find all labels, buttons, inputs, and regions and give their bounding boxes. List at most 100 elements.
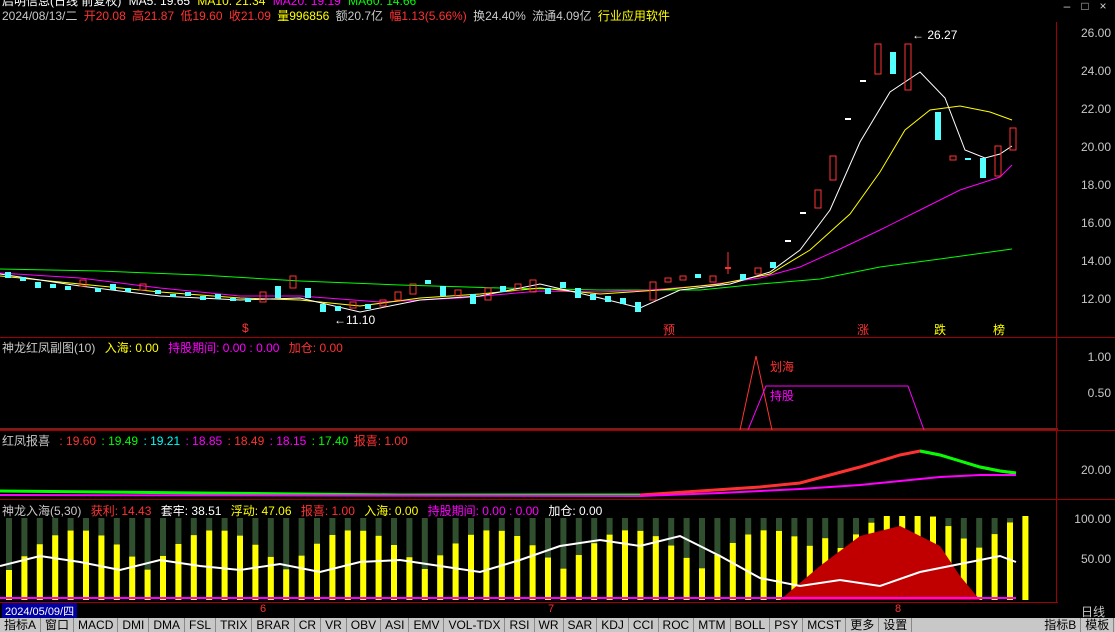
tab-item[interactable]: KDJ	[597, 618, 629, 632]
panel3-float-bar	[6, 570, 12, 600]
panel3-float-bar	[206, 530, 213, 600]
panel3-float-bar	[252, 544, 259, 600]
panel1-chart[interactable]	[0, 338, 1058, 430]
panel3-float-bar	[190, 535, 197, 600]
quote-volume: 量996856	[277, 9, 330, 23]
panel3-float-bar	[144, 569, 151, 600]
tab-item[interactable]: MCST	[803, 618, 847, 632]
panel3-float-bar	[437, 555, 444, 600]
panel2-chart[interactable]	[0, 431, 1058, 499]
ma5-line	[0, 71, 1013, 313]
restore-icon[interactable]: □	[1077, 0, 1093, 12]
panel3-float-bar	[421, 568, 428, 600]
tab-item[interactable]: 更多	[846, 618, 880, 632]
panel3-float-bar	[514, 535, 521, 600]
tab-item[interactable]: CCI	[629, 618, 659, 632]
tab-item[interactable]: RSI	[505, 618, 535, 632]
quote-turnover: 换24.40%	[473, 9, 526, 23]
quote-industry: 行业应用软件	[597, 9, 670, 23]
tab-item[interactable]: TRIX	[216, 618, 253, 632]
panel1-tick: 0.50	[1087, 386, 1111, 400]
tab-item[interactable]: MTM	[694, 618, 731, 632]
marker-dollar: $	[242, 321, 249, 335]
tab-item-right[interactable]: 模板	[1081, 618, 1115, 632]
panel3-float-bar	[545, 557, 551, 600]
close-icon[interactable]: ×	[1095, 0, 1111, 12]
tab-item[interactable]: 设置	[879, 618, 913, 632]
panel1-tick: 1.00	[1087, 350, 1111, 364]
tab-item[interactable]: MACD	[74, 618, 119, 632]
date-bar: 2024/05/09/四 6 7 8	[0, 602, 1058, 619]
tab-item-right[interactable]: 指标B	[1040, 618, 1082, 632]
tab-item[interactable]: PSY	[770, 618, 804, 632]
panel3-float-bar	[468, 534, 474, 600]
ma60-label: MA60: 14.66	[348, 0, 417, 8]
quote-date: 2024/08/13/二	[2, 9, 78, 23]
low-price-value: 11.10	[346, 313, 376, 327]
panel3-float-bar	[668, 545, 675, 600]
panel3-float-bar	[36, 544, 43, 600]
date-start: 2024/05/09/四	[2, 603, 78, 619]
tab-item[interactable]: DMI	[118, 618, 150, 632]
candlesticks	[5, 43, 1017, 312]
tab-item[interactable]: VOL-TDX	[444, 618, 506, 632]
panel3-float-bar	[375, 535, 382, 600]
price-tick: 24.00	[1080, 64, 1111, 78]
panel3-float-bar	[129, 556, 136, 600]
panel3-divider	[0, 499, 1115, 500]
tab-item[interactable]: BRAR	[252, 618, 295, 632]
price-tick: 14.00	[1080, 254, 1111, 268]
panel3-float-bar	[360, 530, 367, 600]
panel3-float-bar	[729, 542, 736, 600]
tab-item[interactable]: CR	[295, 618, 322, 632]
month-label: 7	[548, 603, 555, 615]
tab-item[interactable]: 窗口	[41, 618, 75, 632]
panel3-float-bar	[622, 530, 628, 600]
panel2-tick: 20.00	[1080, 463, 1111, 477]
panel3-float-bar	[267, 556, 274, 600]
panel3-float-bar	[298, 555, 305, 600]
panel3-float-bar	[160, 555, 166, 600]
panel3-float-bar	[991, 534, 998, 600]
price-axis: 26.00 24.00 22.00 20.00 18.00 16.00 14.0…	[1056, 22, 1115, 337]
panel1-label-chigu: 持股	[770, 389, 795, 403]
marker-yu: 预	[663, 323, 676, 337]
tab-item[interactable]: WR	[535, 618, 564, 632]
panel3-float-bar	[237, 535, 243, 600]
tab-item[interactable]: EMV	[409, 618, 445, 632]
tab-item[interactable]: 指标A	[0, 618, 42, 632]
panel3-float-bar	[745, 534, 752, 600]
ma60-line	[0, 248, 1013, 291]
panel3-float-bar	[406, 557, 413, 600]
tab-item[interactable]: SAR	[564, 618, 598, 632]
ma20-line	[0, 164, 1013, 303]
tab-item[interactable]: ASI	[381, 618, 410, 632]
tab-item[interactable]: BOLL	[731, 618, 771, 632]
panel3-float-bar	[683, 557, 690, 600]
panel3-float-bar	[52, 535, 59, 600]
tab-item[interactable]: FSL	[185, 618, 217, 632]
panel1-axis: 1.00 0.50	[1056, 338, 1115, 430]
tab-item[interactable]: ROC	[659, 618, 695, 632]
panel3-tick: 50.00	[1080, 552, 1111, 566]
quote-line: 2024/08/13/二 开20.08 高21.87 低19.60 收21.09…	[2, 10, 673, 22]
panel3-float-bar	[452, 543, 459, 600]
minimize-icon[interactable]: –	[1059, 0, 1075, 12]
panel3-float-bar	[591, 543, 598, 600]
panel3-float-bar	[67, 530, 74, 600]
tab-item[interactable]: VR	[321, 618, 347, 632]
tab-item[interactable]: DMA	[149, 618, 186, 632]
main-chart[interactable]	[0, 22, 1058, 337]
tab-item[interactable]: OBV	[347, 618, 382, 632]
quote-open: 开20.08	[83, 9, 126, 23]
quote-close: 收21.09	[228, 9, 271, 23]
panel3-float-bar	[699, 568, 705, 600]
panel3-tick: 100.00	[1074, 512, 1111, 526]
ma20-label: MA20: 19.19	[272, 0, 341, 8]
quote-high: 高21.87	[132, 9, 175, 23]
panel3-float-bar	[113, 544, 120, 600]
high-price-label: ← 26.27	[912, 28, 958, 42]
month-label: 6	[260, 603, 267, 615]
panel3-chart[interactable]	[0, 516, 1058, 602]
price-tick: 18.00	[1080, 178, 1111, 192]
